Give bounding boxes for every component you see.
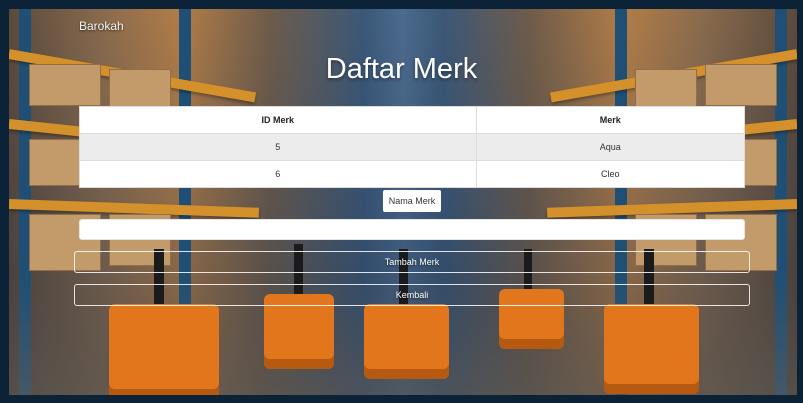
- kembali-button[interactable]: Kembali: [74, 284, 750, 306]
- cell-merk: Cleo: [475, 160, 746, 188]
- cell-id-merk: 6: [79, 160, 477, 188]
- table-header-row: ID Merk Merk: [79, 106, 746, 134]
- column-header-id-merk: ID Merk: [79, 106, 477, 134]
- page-title: Daftar Merk: [325, 53, 478, 85]
- merk-table: ID Merk Merk 5 Aqua 6 Cleo: [79, 106, 746, 188]
- table-row: 5 Aqua: [79, 133, 746, 161]
- tambah-merk-button[interactable]: Tambah Merk: [74, 251, 750, 273]
- table-row: 6 Cleo: [79, 160, 746, 188]
- cell-id-merk: 5: [79, 133, 477, 161]
- nama-merk-input[interactable]: [79, 219, 745, 240]
- brand-link[interactable]: Barokah: [79, 19, 124, 33]
- nama-merk-label: Nama Merk: [383, 190, 441, 212]
- column-header-merk: Merk: [475, 106, 746, 134]
- cell-merk: Aqua: [475, 133, 746, 161]
